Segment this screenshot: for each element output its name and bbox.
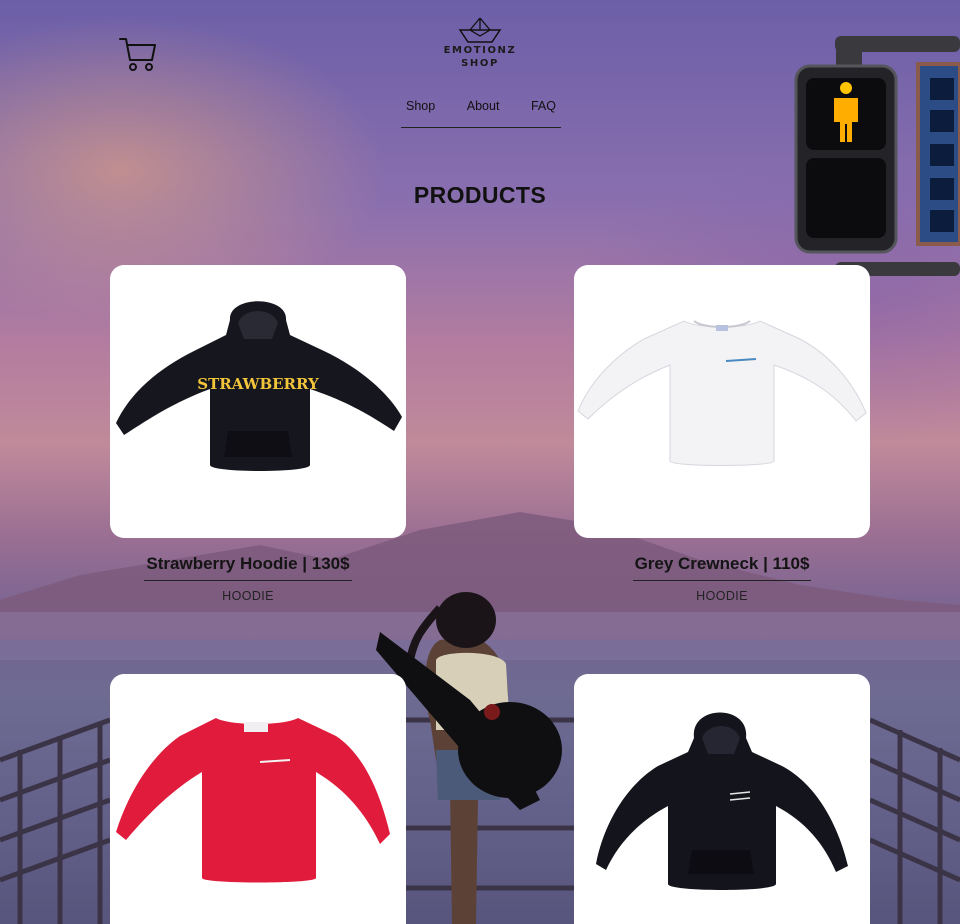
product-image: [577, 320, 867, 466]
brand-logo[interactable]: EMOTIONZ SHOP: [430, 16, 530, 70]
main-nav: Shop About FAQ: [401, 99, 561, 128]
page-title: PRODUCTS: [413, 182, 547, 208]
product-card-grey-crewneck[interactable]: [574, 265, 870, 538]
product-image: STRAWBERRY: [116, 301, 402, 471]
brand-name: EMOTIONZ SHOP: [443, 45, 517, 69]
nav-item-faq[interactable]: FAQ: [531, 99, 556, 127]
nav-item-about[interactable]: About: [467, 99, 500, 127]
product-caption: Strawberry Hoodie | 130$ HOODIE: [100, 554, 396, 603]
paper-boat-icon: [458, 17, 502, 43]
product-image: [596, 712, 848, 890]
product-category: HOODIE: [696, 589, 748, 603]
product-caption: Grey Crewneck | 110$ HOODIE: [574, 554, 870, 603]
product-title[interactable]: Strawberry Hoodie | 130$: [144, 554, 352, 581]
product-card-black-hoodie[interactable]: [574, 674, 870, 924]
strawberry-print-text: STRAWBERRY: [197, 375, 319, 393]
nav-item-shop[interactable]: Shop: [406, 99, 435, 127]
product-image: [116, 718, 390, 883]
product-card-strawberry-hoodie[interactable]: STRAWBERRY: [110, 265, 406, 538]
product-category: HOODIE: [222, 589, 274, 603]
product-card-red-crewneck[interactable]: [110, 674, 406, 924]
cart-button[interactable]: [118, 36, 158, 72]
shopping-cart-icon: [119, 38, 156, 71]
product-title[interactable]: Grey Crewneck | 110$: [632, 554, 812, 581]
